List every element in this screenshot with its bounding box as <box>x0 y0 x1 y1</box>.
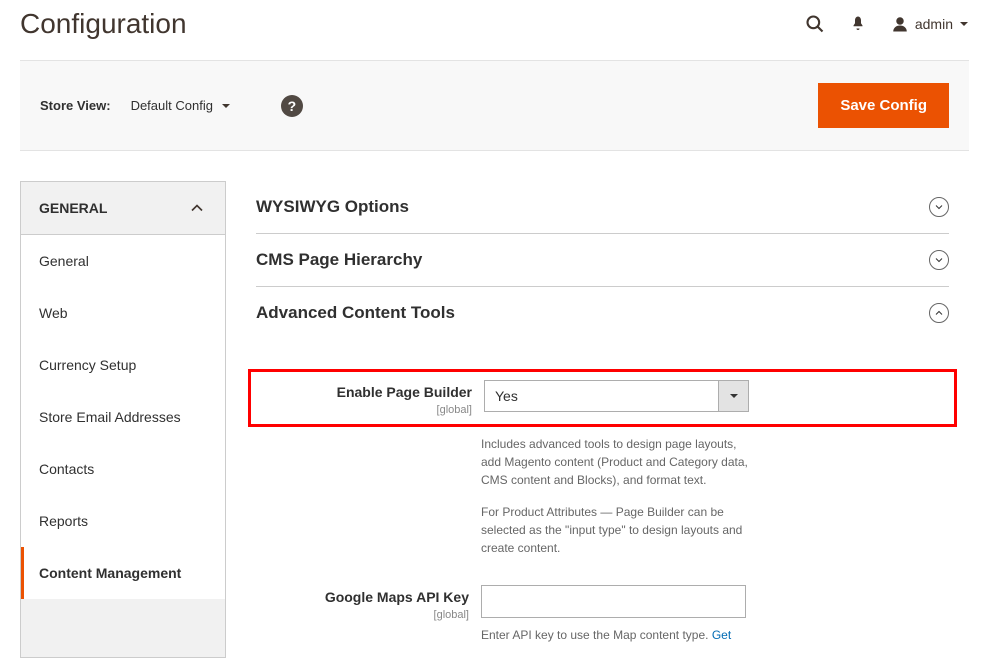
enable-page-builder-label: Enable Page Builder <box>337 384 472 400</box>
sidebar-item-web[interactable]: Web <box>21 287 225 339</box>
store-view-value: Default Config <box>131 98 213 113</box>
sidebar-item-label: Web <box>39 305 68 321</box>
sidebar-group-title: GENERAL <box>39 200 107 216</box>
google-maps-api-key-note: Enter API key to use the Map content typ… <box>481 626 756 644</box>
page-title: Configuration <box>20 8 187 40</box>
section-title: WYSIWYG Options <box>256 197 409 217</box>
sidebar-item-label: Reports <box>39 513 88 529</box>
sidebar-item-content-management[interactable]: Content Management <box>21 547 225 599</box>
chevron-down-icon <box>959 19 969 29</box>
user-label: admin <box>915 16 953 32</box>
select-value: Yes <box>484 380 719 412</box>
sidebar-item-label: Contacts <box>39 461 94 477</box>
section-title: CMS Page Hierarchy <box>256 250 422 270</box>
store-view-label: Store View: <box>40 98 111 113</box>
user-account-menu[interactable]: admin <box>891 15 969 33</box>
sidebar-group-general[interactable]: GENERAL <box>21 182 225 235</box>
search-icon[interactable] <box>805 14 825 34</box>
sidebar-item-label: Store Email Addresses <box>39 409 181 425</box>
chevron-up-icon <box>187 198 207 218</box>
chevron-down-icon <box>929 197 949 217</box>
google-maps-api-key-input[interactable] <box>481 585 746 618</box>
sidebar-item-label: General <box>39 253 89 269</box>
store-view-select[interactable]: Default Config <box>131 98 231 113</box>
section-wysiwyg-options[interactable]: WYSIWYG Options <box>256 181 949 234</box>
sidebar-item-general[interactable]: General <box>21 235 225 287</box>
sidebar-item-reports[interactable]: Reports <box>21 495 225 547</box>
chevron-down-icon <box>719 380 749 412</box>
chevron-down-icon <box>929 250 949 270</box>
get-api-key-link[interactable]: Get <box>712 628 731 642</box>
help-icon[interactable]: ? <box>281 95 303 117</box>
enable-page-builder-highlight: Enable Page Builder [global] Yes <box>248 369 957 427</box>
sidebar-item-store-email-addresses[interactable]: Store Email Addresses <box>21 391 225 443</box>
enable-page-builder-select[interactable]: Yes <box>484 380 749 412</box>
section-title: Advanced Content Tools <box>256 303 455 323</box>
sidebar-item-contacts[interactable]: Contacts <box>21 443 225 495</box>
notifications-icon[interactable] <box>849 15 867 33</box>
sidebar-item-label: Content Management <box>39 565 181 581</box>
config-sidebar: GENERAL General Web Currency Setup Store… <box>20 181 226 658</box>
save-config-button[interactable]: Save Config <box>818 83 949 128</box>
sidebar-item-label: Currency Setup <box>39 357 136 373</box>
chevron-down-icon <box>221 101 231 111</box>
note-text: Enter API key to use the Map content typ… <box>481 628 712 642</box>
enable-page-builder-note-1: Includes advanced tools to design page l… <box>481 435 756 489</box>
section-advanced-content-tools[interactable]: Advanced Content Tools <box>256 287 949 339</box>
field-scope: [global] <box>256 609 469 621</box>
sidebar-item-currency-setup[interactable]: Currency Setup <box>21 339 225 391</box>
enable-page-builder-note-2: For Product Attributes — Page Builder ca… <box>481 503 756 557</box>
chevron-up-icon <box>929 303 949 323</box>
field-scope: [global] <box>259 404 472 416</box>
google-maps-api-key-label: Google Maps API Key <box>325 589 469 605</box>
section-cms-page-hierarchy[interactable]: CMS Page Hierarchy <box>256 234 949 287</box>
